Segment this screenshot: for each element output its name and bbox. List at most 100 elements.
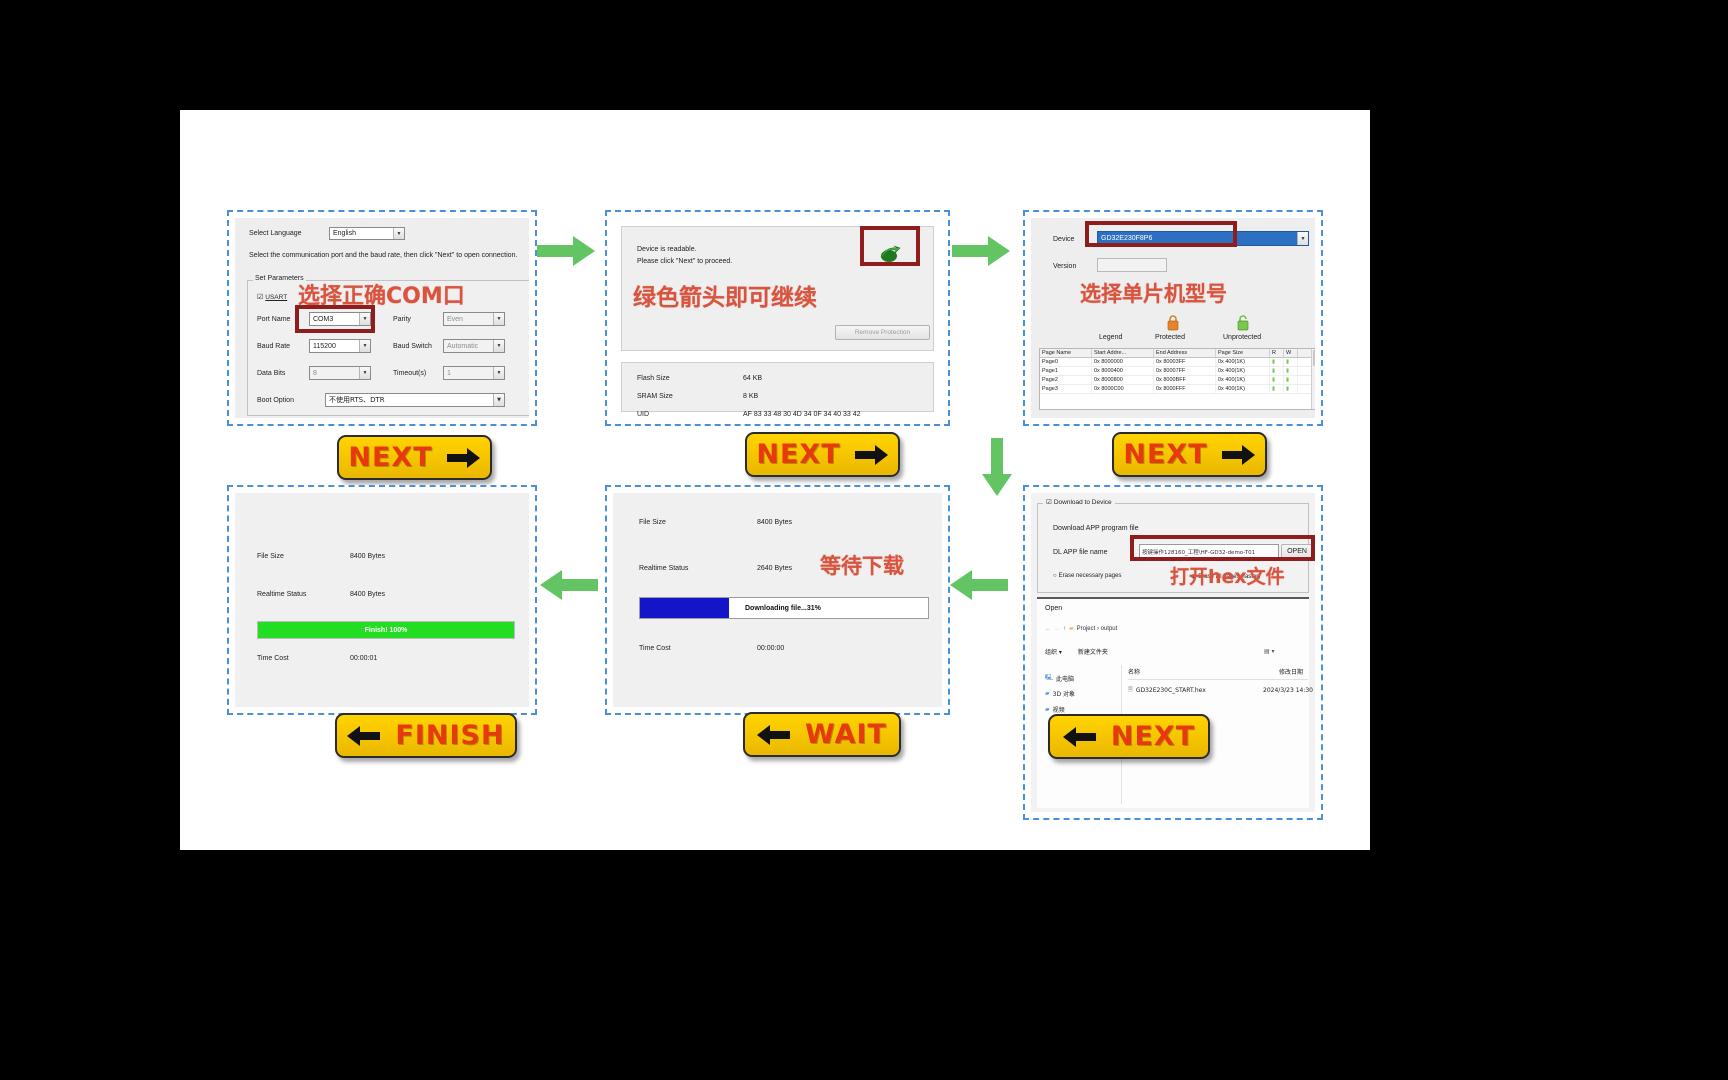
remove-protection-button[interactable]: Remove Protection [835, 325, 930, 340]
col-read: R [1270, 349, 1284, 357]
parity-combo[interactable]: Even ▼ [443, 312, 505, 326]
col-start-address: Start Addre... [1092, 349, 1154, 357]
parity-label: Parity [393, 316, 411, 323]
cell-write-icon: ▮ [1284, 376, 1298, 384]
wait-button[interactable]: WAIT [743, 712, 901, 757]
baud-switch-combo[interactable]: Automatic ▼ [443, 339, 505, 353]
folder-icon: ▰ [1069, 626, 1074, 632]
new-folder-button[interactable]: 新建文件夹 [1078, 647, 1108, 656]
table-row[interactable]: Page1 0x 8000400 0x 80007FF 0x 400(1K) ▮… [1040, 367, 1315, 376]
table-row[interactable]: Page3 0x 8000C00 0x 8000FFF 0x 400(1K) ▮… [1040, 385, 1315, 394]
device-value: GD32E230F8P6 [1101, 235, 1153, 242]
wait-button-label: WAIT [805, 719, 887, 750]
file-list-item[interactable]: 🗎 GD32E230C_START.hex 2024/3/23 14:30 [1128, 685, 1313, 695]
cell-read-icon: ▮ [1270, 385, 1284, 393]
open-file-button-label: OPEN [1287, 548, 1307, 555]
sidebar-item-label: 此电脑 [1056, 675, 1075, 683]
finish-button[interactable]: FINISH [335, 713, 517, 758]
dl-app-file-name-value: 按键操作128160_工程\HF-GD32-demo-T01 [1142, 549, 1256, 556]
cell-end-address: 0x 8000BFF [1154, 376, 1216, 384]
cell-read-icon: ▮ [1270, 367, 1284, 375]
next-button-1[interactable]: NEXT [337, 435, 492, 480]
cell-page-size: 0x 400(1K) [1216, 358, 1270, 366]
usart-checkbox[interactable]: ☑ USART [257, 293, 287, 302]
sidebar-item-this-pc[interactable]: 🖳 此电脑 [1045, 673, 1074, 683]
port-name-combo[interactable]: COM3 ▼ [309, 312, 371, 326]
data-bits-label: Data Bits [257, 370, 286, 377]
cell-start-address: 0x 8000800 [1092, 376, 1154, 384]
flash-page-table[interactable]: Page Name Start Addre... End Address Pag… [1039, 348, 1315, 410]
uid-value: AF 83 33 48 30 4D 34 0F 34 40 33 42 [743, 411, 861, 418]
chevron-down-icon: ▼ [493, 313, 504, 325]
cell-page-size: 0x 400(1K) [1216, 376, 1270, 384]
open-dialog-title: Open [1045, 605, 1063, 612]
cell-start-address: 0x 8000400 [1092, 367, 1154, 375]
dl-app-file-name-label: DL APP file name [1053, 549, 1108, 556]
open-file-button[interactable]: OPEN [1281, 544, 1313, 559]
checkbox-icon: ☑ [1046, 499, 1052, 506]
download-progress-window: File Size 8400 Bytes Realtime Status 264… [613, 493, 942, 707]
unprotected-label: Unprotected [1223, 334, 1262, 341]
arrow-left-icon [757, 724, 791, 745]
dialog-toolbar[interactable]: 组织 ▾ 新建文件夹 ▤ ▾ [1045, 647, 1275, 656]
baud-switch-label: Baud Switch [393, 343, 432, 350]
cell-end-address: 0x 80003FF [1154, 358, 1216, 366]
forward-icon[interactable]: → [1054, 626, 1060, 632]
flow-arrow-1-to-2 [535, 234, 597, 273]
time-cost-value: 00:00:00 [757, 645, 785, 652]
chevron-down-icon: ▼ [359, 367, 370, 379]
dialog-breadcrumb[interactable]: ← → ↑ ▰ Project › output [1045, 625, 1300, 633]
uart-setup-window: Select Language English ▼ Select the com… [235, 218, 529, 418]
table-scrollbar[interactable] [1311, 349, 1315, 409]
erase-necessary-radio[interactable]: ○ Erase necessary pages [1053, 573, 1121, 579]
dl-app-file-name-field[interactable]: 按键操作128160_工程\HF-GD32-demo-T01 [1139, 544, 1279, 559]
slide-canvas: Select Language English ▼ Select the com… [180, 110, 1370, 850]
next-button-3[interactable]: NEXT [1112, 432, 1267, 477]
cell-start-address: 0x 8000000 [1092, 358, 1154, 366]
cell-read-icon: ▮ [1270, 376, 1284, 384]
download-finished-window: File Size 8400 Bytes Realtime Status 840… [235, 493, 529, 707]
arrow-right-icon [854, 444, 888, 465]
chevron-down-icon: ▼ [393, 228, 404, 239]
time-cost-label: Time Cost [639, 645, 671, 652]
back-icon[interactable]: ← [1045, 626, 1051, 632]
next-button-4[interactable]: NEXT [1048, 714, 1210, 759]
sidebar-item-videos[interactable]: ▰ 视频 [1045, 705, 1065, 714]
next-button-2-label: NEXT [756, 439, 841, 470]
col-page-name: Page Name [1040, 349, 1092, 357]
device-info-window: Device is readable. Please click "Next" … [613, 218, 942, 418]
sidebar-item-3d-objects[interactable]: ▰ 3D 对象 [1045, 689, 1075, 698]
download-app-section-label: Download APP program file [1053, 525, 1139, 532]
table-row[interactable]: Page0 0x 8000000 0x 80003FF 0x 400(1K) ▮… [1040, 358, 1315, 367]
progress-label: Finish! 100% [364, 626, 408, 634]
port-name-value: COM3 [313, 315, 334, 323]
language-value: English [333, 230, 356, 237]
flow-arrow-6-to-4 [948, 568, 1010, 607]
download-window: ☑ Download to Device Download APP progra… [1031, 493, 1315, 812]
boot-option-combo[interactable]: 不使用RTS、DTR ▼ [325, 393, 505, 407]
baud-rate-combo[interactable]: 115200 ▼ [309, 339, 371, 353]
instruction-text: Select the communication port and the ba… [249, 252, 518, 259]
panel-download-finished: File Size 8400 Bytes Realtime Status 840… [227, 485, 537, 715]
download-to-device-checkbox[interactable]: ☑ Download to Device [1043, 498, 1115, 506]
organize-menu[interactable]: 组织 ▾ [1045, 647, 1062, 656]
green-arrow-icon[interactable] [878, 244, 902, 264]
flash-size-value: 64 KB [743, 375, 763, 382]
timeout-label: Timeout(s) [393, 370, 427, 377]
legend-label: Legend [1099, 334, 1123, 341]
view-mode-icon[interactable]: ▤ ▾ [1264, 648, 1275, 655]
cell-page-name: Page2 [1040, 376, 1092, 384]
next-button-2[interactable]: NEXT [745, 432, 900, 477]
progress-label: Downloading file...31% [745, 604, 821, 612]
timeout-combo[interactable]: 1 ▼ [443, 366, 505, 380]
realtime-status-label: Realtime Status [257, 591, 307, 598]
up-icon[interactable]: ↑ [1063, 626, 1066, 632]
table-row[interactable]: Page2 0x 8000800 0x 8000BFF 0x 400(1K) ▮… [1040, 376, 1315, 385]
sidebar-item-label: 视频 [1052, 707, 1065, 714]
language-combo[interactable]: English ▼ [329, 227, 405, 240]
arrow-right-icon [1221, 444, 1255, 465]
data-bits-combo[interactable]: 8 ▼ [309, 366, 371, 380]
file-list-header: 名称 修改日期 [1128, 667, 1303, 676]
realtime-status-value: 8400 Bytes [350, 591, 386, 598]
device-combo[interactable]: GD32E230F8P6 ▼ [1097, 231, 1309, 246]
